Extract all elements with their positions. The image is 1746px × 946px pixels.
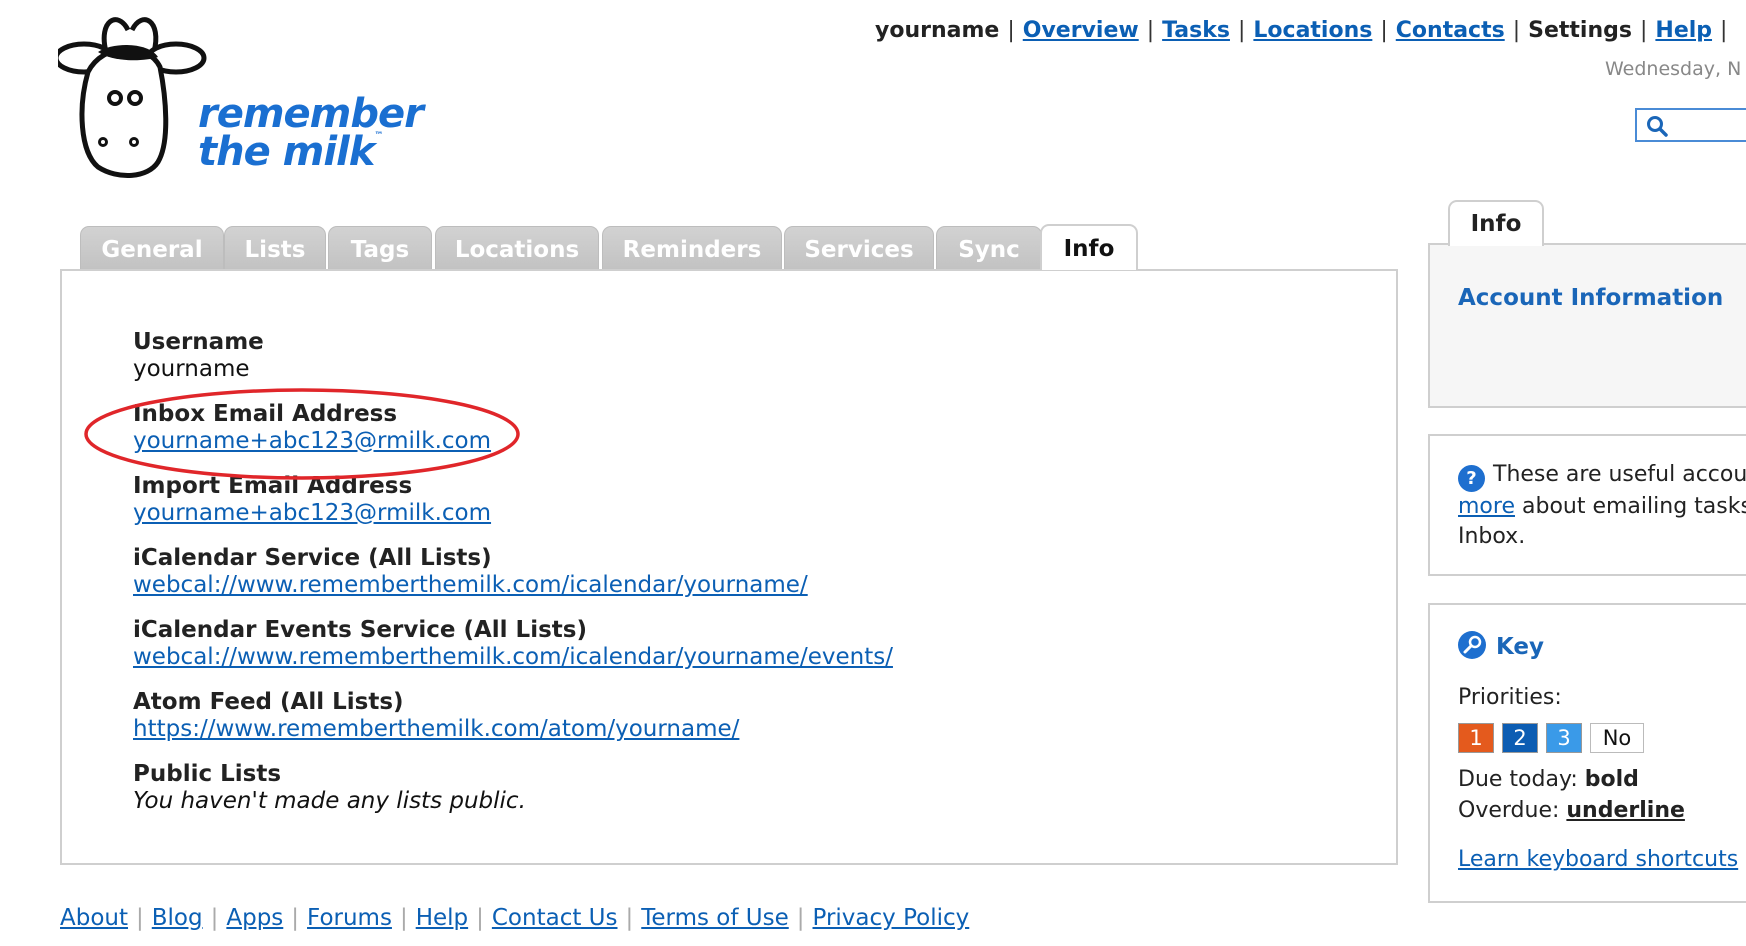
logo-text-remember: remember (198, 91, 424, 137)
rtm-logo[interactable]: remember the milk™ (58, 12, 424, 182)
tab-general[interactable]: General (80, 226, 224, 270)
footer-privacy-link[interactable]: Privacy Policy (813, 905, 970, 931)
overdue-legend: Overdue: underline (1458, 798, 1685, 823)
nav-overview-link[interactable]: Overview (1023, 18, 1139, 43)
icalendar-events-label: iCalendar Events Service (All Lists) (133, 617, 587, 643)
priority-none-badge: No (1590, 723, 1644, 753)
icalendar-link[interactable]: webcal://www.rememberthemilk.com/icalend… (133, 572, 808, 598)
tab-sync[interactable]: Sync (936, 226, 1042, 270)
nav-contacts-link[interactable]: Contacts (1396, 18, 1505, 43)
nav-settings-current: Settings (1528, 18, 1632, 43)
nav-locations-link[interactable]: Locations (1253, 18, 1372, 43)
inbox-email-label: Inbox Email Address (133, 401, 398, 427)
public-lists-label: Public Lists (133, 761, 282, 787)
search-icon (1647, 116, 1668, 137)
current-date: Wednesday, N (1605, 58, 1742, 80)
icalendar-events-link[interactable]: webcal://www.rememberthemilk.com/icalend… (133, 644, 893, 670)
keyboard-shortcuts-link[interactable]: Learn keyboard shortcuts (1458, 847, 1738, 872)
footer-terms-link[interactable]: Terms of Use (641, 905, 789, 931)
atom-feed-link[interactable]: https://www.rememberthemilk.com/atom/you… (133, 716, 739, 742)
priority-1-badge: 1 (1458, 723, 1494, 753)
icalendar-events-field: iCalendar Events Service (All Lists) web… (133, 617, 893, 671)
atom-feed-label: Atom Feed (All Lists) (133, 689, 404, 715)
username-label: Username (133, 329, 264, 355)
account-information-link[interactable]: Account Information (1458, 285, 1723, 311)
help-text-line2: about emailing tasks (1515, 494, 1746, 519)
key-box: Key Priorities: 1 2 3 No Due today: bold Ov… (1428, 603, 1746, 903)
icalendar-label: iCalendar Service (All Lists) (133, 545, 492, 571)
learn-more-link[interactable]: more (1458, 494, 1515, 519)
import-email-link[interactable]: yourname+abc123@rmilk.com (133, 500, 491, 526)
atom-feed-field: Atom Feed (All Lists) https://www.rememb… (133, 689, 739, 743)
key-icon (1458, 631, 1486, 659)
username-value: yourname (133, 356, 250, 382)
cow-logo-icon (58, 17, 207, 179)
logo-text-the-milk: the milk™ (198, 129, 383, 175)
top-navigation: yourname | Overview | Tasks | Locations | Contac… (875, 18, 1728, 43)
inbox-email-field: Inbox Email Address yourname+abc123@rmil… (133, 401, 491, 455)
footer-links: About | Blog | Apps | Forums | Help | Contact Us | T… (60, 905, 970, 931)
username-field: Username yourname (133, 329, 264, 383)
inbox-email-link[interactable]: yourname+abc123@rmilk.com (133, 428, 491, 454)
footer-help-link[interactable]: Help (416, 905, 468, 931)
account-info-box: Account Information (1428, 243, 1746, 408)
tab-reminders[interactable]: Reminders (602, 226, 782, 270)
key-title: Key (1496, 634, 1545, 660)
tab-lists[interactable]: Lists (224, 226, 326, 270)
footer-apps-link[interactable]: Apps (226, 905, 283, 931)
tab-tags[interactable]: Tags (328, 226, 432, 270)
public-lists-value: You haven't made any lists public. (133, 788, 526, 814)
help-box: ? These are useful accou more about email… (1428, 434, 1746, 576)
help-text-line1: These are useful accou (1493, 462, 1746, 487)
footer-blog-link[interactable]: Blog (152, 905, 203, 931)
import-email-field: Import Email Address yourname+abc123@rmi… (133, 473, 491, 527)
priority-swatches: 1 2 3 No (1458, 723, 1652, 753)
priorities-label: Priorities: (1458, 685, 1562, 710)
due-today-legend: Due today: bold (1458, 767, 1639, 792)
help-text-line3: Inbox. (1458, 524, 1526, 549)
sidebar-tab-info[interactable]: Info (1448, 200, 1544, 246)
tab-locations[interactable]: Locations (435, 226, 599, 270)
icalendar-field: iCalendar Service (All Lists) webcal://w… (133, 545, 808, 599)
tab-info[interactable]: Info (1040, 224, 1138, 270)
footer-forums-link[interactable]: Forums (307, 905, 392, 931)
priority-3-badge: 3 (1546, 723, 1582, 753)
footer-contact-link[interactable]: Contact Us (492, 905, 618, 931)
help-question-icon: ? (1458, 465, 1485, 492)
priority-2-badge: 2 (1502, 723, 1538, 753)
key-heading: Key (1458, 631, 1544, 660)
nav-help-link[interactable]: Help (1655, 18, 1712, 43)
public-lists-field: Public Lists You haven't made any lists … (133, 761, 526, 815)
search-input[interactable] (1635, 108, 1746, 142)
nav-tasks-link[interactable]: Tasks (1162, 18, 1230, 43)
nav-username: yourname (875, 18, 1000, 43)
import-email-label: Import Email Address (133, 473, 413, 499)
footer-about-link[interactable]: About (60, 905, 128, 931)
tab-services[interactable]: Services (784, 226, 934, 270)
info-panel: Username yourname Inbox Email Address yo… (60, 269, 1398, 865)
